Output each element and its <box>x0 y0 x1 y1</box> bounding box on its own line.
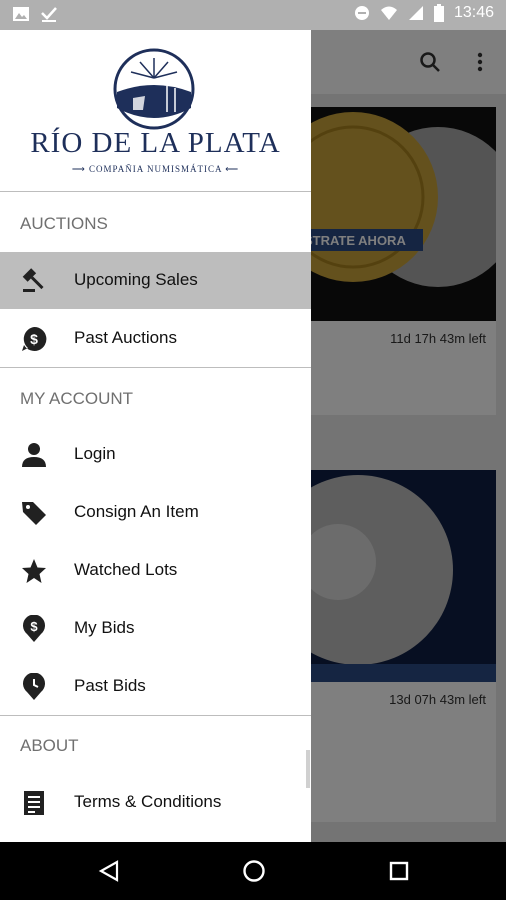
drawer-item-label: Consign An Item <box>74 502 199 521</box>
gavel-icon <box>22 268 44 292</box>
status-time: 13:46 <box>453 4 494 21</box>
brand-logo-emblem <box>113 48 195 130</box>
document-icon <box>24 791 44 815</box>
drawer-item-my-bids[interactable]: $ My Bids <box>0 600 311 657</box>
drawer-scrollbar[interactable] <box>306 750 310 788</box>
drawer-item-label: Watched Lots <box>74 560 178 579</box>
drawer-item-watched-lots[interactable]: Watched Lots <box>0 542 311 599</box>
svg-text:$: $ <box>30 619 38 634</box>
drawer-item-label: My Bids <box>74 618 135 637</box>
clock-pin-icon <box>23 673 45 700</box>
drawer-item-past-auctions[interactable]: $ Past Auctions <box>0 310 311 367</box>
section-title-my-account: MY ACCOUNT <box>20 389 134 408</box>
system-nav-bar <box>0 842 506 900</box>
tag-icon <box>22 502 46 525</box>
image-notification-icon <box>13 7 29 21</box>
drawer-item-upcoming-sales[interactable]: Upcoming Sales <box>0 252 311 309</box>
recents-icon[interactable] <box>389 861 409 881</box>
person-icon <box>22 443 46 467</box>
wifi-icon <box>380 6 397 20</box>
svg-text:$: $ <box>30 331 38 347</box>
brand-title: RÍO DE LA PLATA <box>30 127 281 159</box>
drawer-item-label: Past Auctions <box>74 328 178 347</box>
home-icon[interactable] <box>242 859 266 883</box>
section-divider <box>0 367 311 368</box>
section-title-about: ABOUT <box>20 736 79 755</box>
brand-subtitle: ⟶ COMPAÑIA NUMISMÁTICA ⟵ <box>71 164 240 174</box>
dollar-pin-icon: $ <box>23 615 45 642</box>
battery-icon <box>433 4 444 22</box>
drawer-header: RÍO DE LA PLATA ⟶ COMPAÑIA NUMISMÁTICA ⟵ <box>0 30 311 192</box>
drawer-item-terms[interactable]: Terms & Conditions <box>0 774 311 831</box>
drawer-item-login[interactable]: Login <box>0 426 311 483</box>
download-done-icon <box>41 7 57 22</box>
dollar-circle-icon: $ <box>22 326 47 351</box>
section-divider <box>0 715 311 716</box>
drawer-item-label: Terms & Conditions <box>74 792 222 811</box>
drawer-item-past-bids[interactable]: Past Bids <box>0 658 311 715</box>
ornament-left-icon: ⟶ <box>71 164 90 174</box>
star-icon <box>22 559 46 583</box>
drawer-item-label: Login <box>74 444 116 463</box>
navigation-drawer: RÍO DE LA PLATA ⟶ COMPAÑIA NUMISMÁTICA ⟵… <box>0 30 311 842</box>
drawer-item-label: Past Bids <box>74 676 146 695</box>
drawer-item-label: Upcoming Sales <box>74 270 198 289</box>
ornament-right-icon: ⟵ <box>221 164 240 174</box>
do-not-disturb-icon <box>354 6 369 20</box>
status-bar: 13:46 <box>0 0 506 30</box>
back-icon[interactable] <box>98 860 120 882</box>
signal-icon <box>408 6 423 20</box>
section-title-auctions: AUCTIONS <box>20 214 108 233</box>
drawer-item-consign[interactable]: Consign An Item <box>0 484 311 541</box>
